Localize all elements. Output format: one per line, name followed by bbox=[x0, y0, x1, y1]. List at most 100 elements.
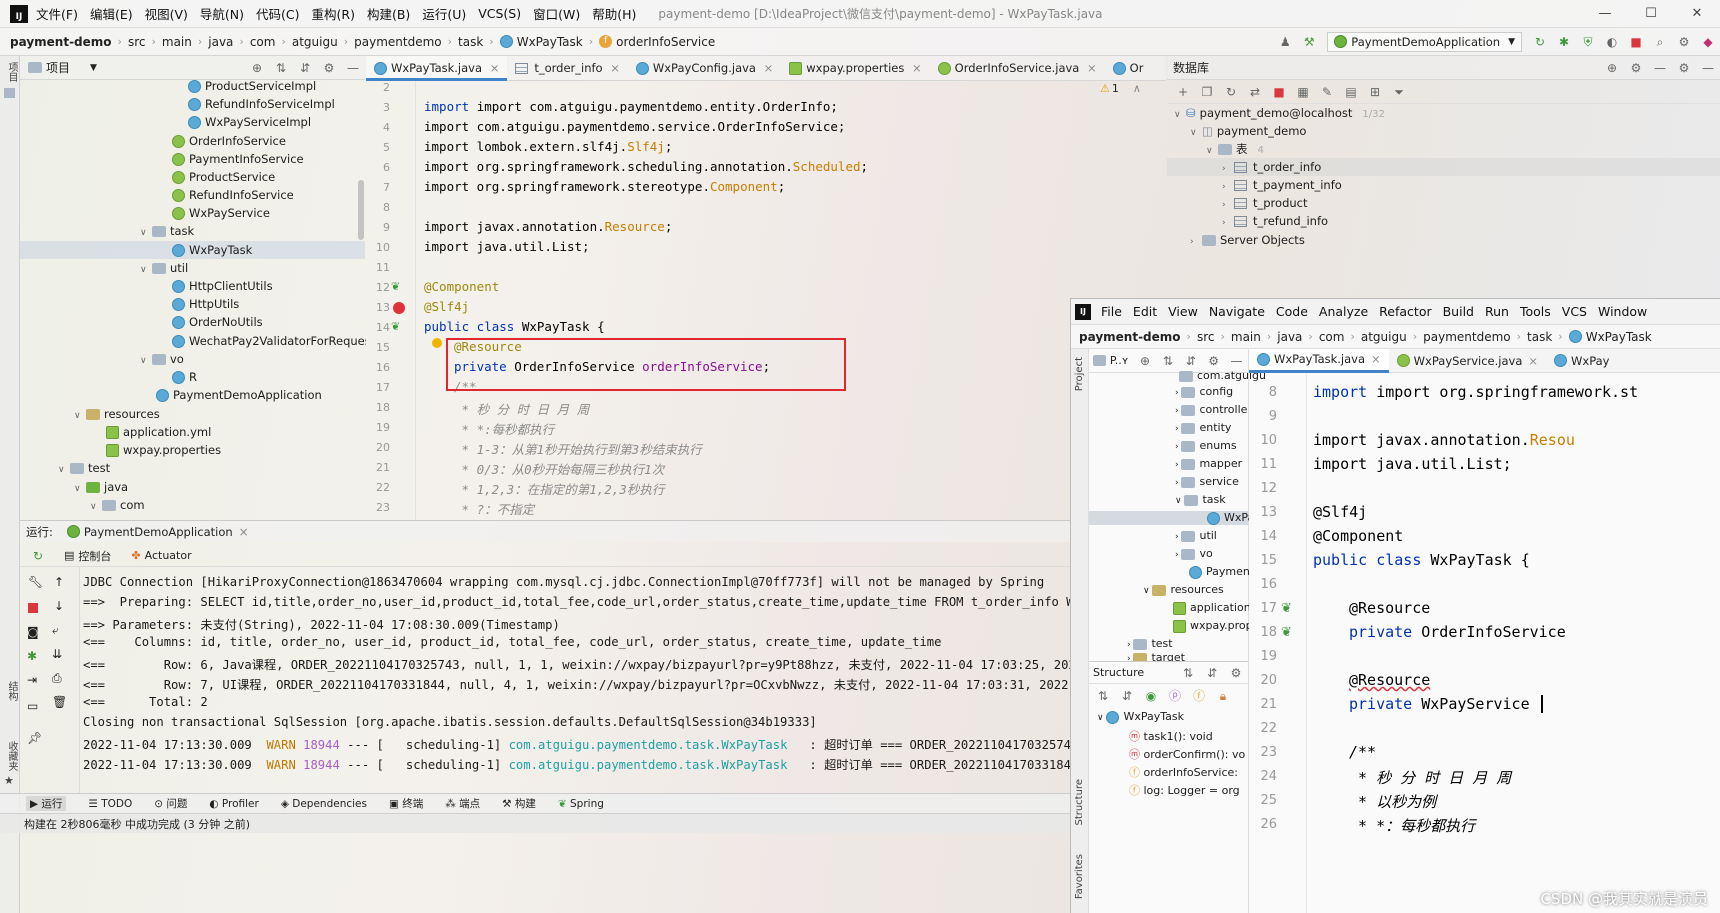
menu-build[interactable]: 构建(B) bbox=[367, 4, 410, 23]
spring-bean-icon[interactable]: ❦ bbox=[391, 320, 400, 333]
sort-visibility-icon[interactable]: ⇵ bbox=[1120, 689, 1134, 703]
db-server-objects[interactable]: › Server Objects bbox=[1190, 231, 1305, 249]
tree-item-folder[interactable]: ∨ task bbox=[1175, 493, 1226, 506]
close-icon[interactable]: × bbox=[764, 61, 774, 75]
copy-icon[interactable]: ❐ bbox=[1200, 85, 1214, 99]
tree-item[interactable]: PaymentInfoService bbox=[172, 150, 304, 168]
jetbrains-icon[interactable]: ◆ bbox=[1701, 35, 1715, 49]
menu-code[interactable]: 代码(C) bbox=[256, 4, 299, 23]
tree-item-folder[interactable]: › config bbox=[1175, 385, 1233, 398]
close-icon[interactable]: × bbox=[1371, 352, 1381, 366]
menu-view[interactable]: 视图(V) bbox=[145, 4, 188, 23]
structure-item-field[interactable]: ⓕ log: Logger = org bbox=[1129, 782, 1249, 798]
tree-item[interactable]: application bbox=[1173, 601, 1249, 615]
db-connection[interactable]: ∨ ⛁ payment_demo@localhost 1/32 bbox=[1174, 104, 1385, 122]
collapse-icon[interactable]: ⇵ bbox=[1205, 666, 1219, 680]
strip-project-tab[interactable]: 项目 bbox=[4, 62, 19, 82]
db-schema[interactable]: ∨ ◫ payment_demo bbox=[1190, 122, 1306, 140]
breadcrumb-main[interactable]: main bbox=[1231, 330, 1261, 344]
tree-item-folder[interactable]: ∨ util bbox=[140, 259, 188, 277]
chevron-down-icon[interactable]: ∨ bbox=[140, 261, 152, 279]
tree-item[interactable]: HttpClientUtils bbox=[172, 277, 273, 295]
chevron-up-icon[interactable]: ∧ bbox=[1133, 82, 1141, 95]
db-table-item[interactable]: › t_order_info bbox=[1167, 158, 1720, 177]
gear-icon[interactable]: ⚙ bbox=[1229, 666, 1243, 680]
menu-refactor[interactable]: Refactor bbox=[1379, 304, 1431, 319]
tab-problems[interactable]: ⊙ 问题 bbox=[154, 796, 187, 811]
tab-dependencies[interactable]: ◈ Dependencies bbox=[281, 798, 367, 810]
structure-item-class[interactable]: ∨ WxPayTask bbox=[1097, 710, 1184, 724]
tree-item-folder[interactable]: › mapper bbox=[1175, 457, 1242, 470]
breadcrumb-java[interactable]: java bbox=[208, 35, 233, 49]
tab-build[interactable]: ⚒ 构建 bbox=[502, 796, 536, 811]
tree-item[interactable]: Paymen bbox=[1189, 565, 1249, 579]
layout-icon[interactable]: ▭ bbox=[27, 699, 38, 713]
close-icon[interactable]: × bbox=[239, 525, 249, 539]
menu-run[interactable]: 运行(U) bbox=[422, 4, 466, 23]
tree-item[interactable]: wxpay.prop bbox=[1173, 619, 1249, 633]
camera-icon[interactable]: ◙ bbox=[27, 625, 39, 639]
breakpoint-icon[interactable] bbox=[393, 302, 405, 314]
gear-icon[interactable]: ⚙ bbox=[1629, 61, 1643, 75]
breadcrumb-paymentdemo[interactable]: paymentdemo bbox=[1423, 330, 1511, 344]
tree-item[interactable]: R bbox=[172, 368, 197, 386]
expand-icon[interactable]: ⇅ bbox=[1181, 666, 1195, 680]
breadcrumb-wxpaytask[interactable]: WxPayTask bbox=[1586, 330, 1652, 344]
db-tables-folder[interactable]: ∨ 表 4 bbox=[1206, 140, 1264, 158]
sync-icon[interactable]: ⇄ bbox=[1248, 85, 1262, 99]
settings-icon[interactable]: ⚙ bbox=[1677, 35, 1691, 49]
spring-bean-icon[interactable]: ❦ bbox=[391, 280, 400, 293]
soft-wrap-icon[interactable]: ⤶ bbox=[52, 623, 59, 638]
chevron-down-icon[interactable]: ∨ bbox=[90, 498, 102, 516]
breadcrumb-paymentdemo[interactable]: paymentdemo bbox=[354, 35, 442, 49]
structure-item-method[interactable]: ⓜ orderConfirm(): vo bbox=[1129, 746, 1249, 762]
close-icon[interactable]: × bbox=[1528, 354, 1538, 368]
breadcrumb-orderinfoservice[interactable]: orderInfoService bbox=[616, 35, 715, 49]
coverage-icon[interactable]: ⛨ bbox=[1581, 35, 1595, 49]
breadcrumb-com[interactable]: com bbox=[250, 35, 276, 49]
tab-run[interactable]: ▶ 运行 bbox=[26, 796, 67, 811]
close-window-icon[interactable]: ✕ bbox=[1674, 6, 1720, 21]
tree-item[interactable]: OrderInfoService bbox=[172, 132, 286, 150]
spring-bean-icon[interactable]: ❦ bbox=[1281, 625, 1292, 640]
hide-icon[interactable]: — bbox=[1230, 354, 1243, 368]
close-icon[interactable]: × bbox=[1087, 61, 1097, 75]
breadcrumb-project[interactable]: payment-demo bbox=[10, 35, 112, 49]
add-icon[interactable]: + bbox=[1176, 85, 1190, 99]
bug-icon[interactable]: ✱ bbox=[27, 649, 37, 663]
menu-analyze[interactable]: Analyze bbox=[1319, 304, 1368, 319]
breadcrumb-atguigu[interactable]: atguigu bbox=[1361, 330, 1407, 344]
print-icon[interactable]: ⎙ bbox=[52, 671, 62, 686]
tree-item-folder[interactable]: ∨ resources bbox=[1143, 583, 1224, 596]
tree-item[interactable]: WechatPay2ValidatorForRequest bbox=[172, 332, 366, 350]
menu-navigate[interactable]: 导航(N) bbox=[200, 4, 244, 23]
tab-wxpay-properties[interactable]: wxpay.properties × bbox=[781, 56, 929, 81]
expand-all-icon[interactable]: ⇅ bbox=[274, 61, 288, 75]
spring-bean-icon[interactable]: ❦ bbox=[1281, 601, 1292, 616]
db-table-item[interactable]: › t_payment_info bbox=[1222, 176, 1342, 194]
tree-item[interactable]: WxPayService bbox=[172, 204, 270, 222]
sort-alpha-icon[interactable]: ⇅ bbox=[1096, 689, 1110, 703]
hide-icon[interactable]: — bbox=[1653, 61, 1667, 75]
tab-wxpaytask-java[interactable]: WxPayTask.java × bbox=[1249, 348, 1389, 373]
arrow-up-icon[interactable]: ↑ bbox=[54, 575, 64, 589]
breadcrumb-com[interactable]: com bbox=[1319, 330, 1345, 344]
menu-edit[interactable]: Edit bbox=[1133, 304, 1157, 319]
project-scrollbar[interactable] bbox=[358, 180, 364, 240]
rerun-icon[interactable]: ↻ bbox=[1533, 35, 1547, 49]
expand-icon[interactable]: ⇵ bbox=[1184, 354, 1197, 368]
table-view-icon[interactable]: ▦ bbox=[1296, 85, 1310, 99]
chevron-right-icon[interactable]: › bbox=[1222, 214, 1234, 232]
stop-icon[interactable]: ■ bbox=[1272, 85, 1286, 99]
tab-orderinfoservice-java[interactable]: OrderInfoService.java × bbox=[930, 56, 1105, 81]
sql-icon[interactable]: ⊞ bbox=[1368, 85, 1382, 99]
menu-code[interactable]: Code bbox=[1276, 304, 1308, 319]
run-config-tab[interactable]: PaymentDemoApplication bbox=[84, 525, 233, 539]
collapse-all-icon[interactable]: ⇵ bbox=[298, 61, 312, 75]
tab-endpoints[interactable]: ⁂ 端点 bbox=[445, 796, 480, 811]
filter-icon[interactable]: ⏷ bbox=[1392, 85, 1406, 99]
breadcrumb-java[interactable]: java bbox=[1277, 330, 1302, 344]
chevron-down-icon[interactable]: ▼ bbox=[90, 63, 97, 73]
debug-icon[interactable]: ✱ bbox=[1557, 35, 1571, 49]
tree-item-folder[interactable]: ∨ java bbox=[74, 478, 128, 496]
